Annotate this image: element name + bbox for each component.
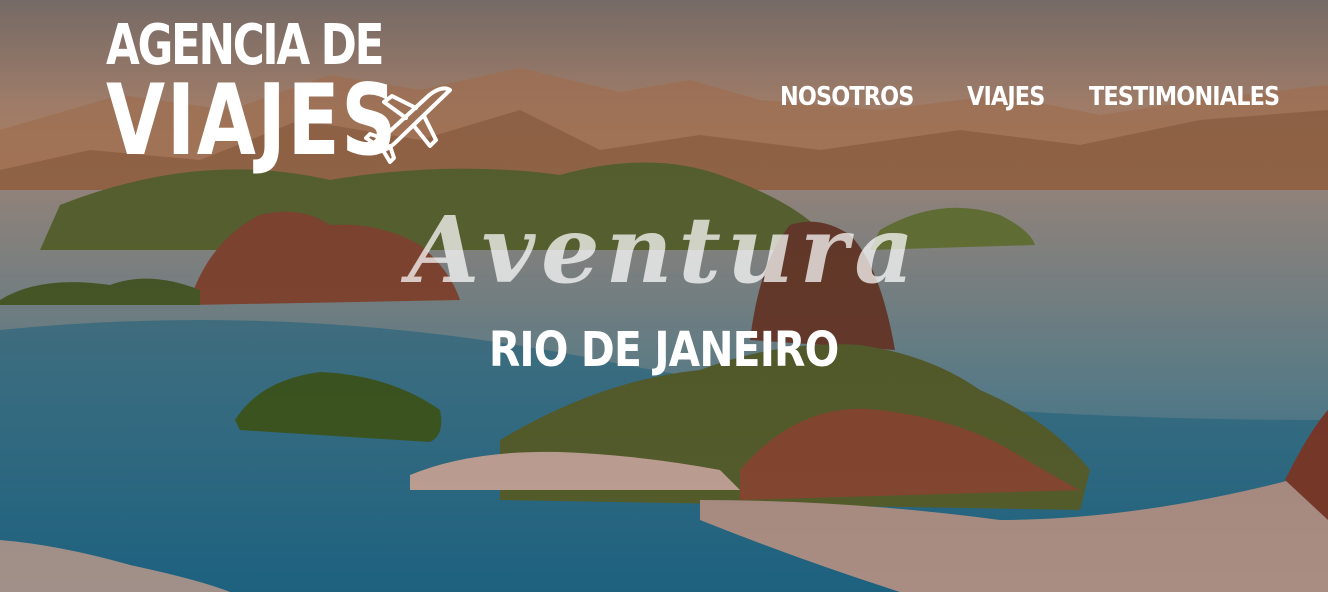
hero-tagline: Aventura xyxy=(408,196,920,304)
main-nav: NOSOTROS VIAJES TESTIMONIALES xyxy=(780,82,1311,112)
logo-text-line2: VIAJES xyxy=(106,64,398,178)
nav-link-testimoniales[interactable]: TESTIMONIALES xyxy=(1089,82,1280,112)
nav-link-nosotros[interactable]: NOSOTROS xyxy=(780,82,914,112)
hero-destination: RIO DE JANEIRO xyxy=(0,322,1328,378)
hero-section: AGENCIA DE VIAJES NOSOTROS VIAJES TESTIM… xyxy=(0,0,1328,592)
airplane-icon xyxy=(364,86,452,164)
nav-link-viajes[interactable]: VIAJES xyxy=(967,82,1045,112)
hero-destination-text: RIO DE JANEIRO xyxy=(489,322,839,378)
